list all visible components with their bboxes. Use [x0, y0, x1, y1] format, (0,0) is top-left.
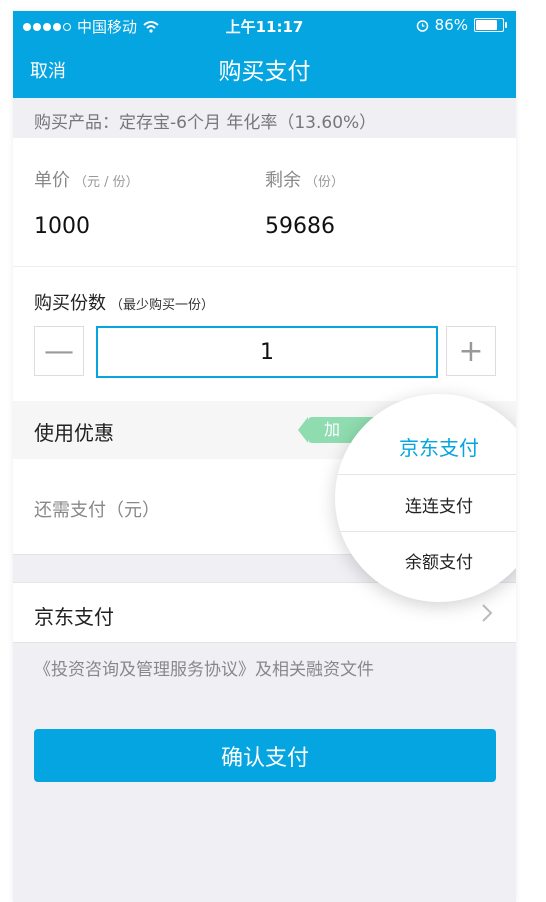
price-label: 单价: [34, 170, 70, 191]
page-title: 购买支付: [218, 59, 311, 85]
increment-button[interactable]: +: [446, 326, 496, 376]
status-bar: 中国移动 上午11:17 86%: [13, 11, 516, 39]
divider: [335, 531, 516, 532]
product-text: 购买产品：定存宝-6个月 年化率（13.60%）: [34, 113, 377, 133]
agreement-link[interactable]: 《投资咨询及管理服务协议》及相关融资文件: [34, 655, 374, 680]
remaining-label: 剩余: [265, 170, 301, 191]
confirm-pay-button[interactable]: 确认支付: [34, 729, 496, 782]
price-field: 单价 （元 / 份） 1000: [34, 166, 139, 239]
decrement-button[interactable]: —: [34, 326, 84, 376]
nav-bar: 取消 购买支付: [13, 39, 516, 98]
quantity-input[interactable]: [96, 326, 438, 378]
battery-icon: [474, 18, 507, 32]
remaining-value: 59686: [265, 214, 335, 239]
product-info: 购买产品：定存宝-6个月 年化率（13.60%）: [13, 98, 516, 138]
price-value: 1000: [34, 214, 90, 239]
top-bar: 中国移动 上午11:17 86% 取消 购买支付: [13, 11, 516, 98]
price-card: 单价 （元 / 份） 1000 剩余 （份） 59686: [13, 138, 516, 266]
chevron-right-icon: [482, 604, 493, 622]
app-screen: 中国移动 上午11:17 86% 取消 购买支付 购买产品：定存宝-6个月 年化…: [13, 11, 516, 902]
alarm-icon: [416, 19, 428, 32]
price-unit: （元 / 份）: [74, 175, 139, 190]
battery-percent: 86%: [434, 16, 468, 34]
discount-label: 使用优惠: [34, 421, 114, 445]
payment-option-balance[interactable]: 余额支付: [335, 548, 516, 573]
payment-method-label: 京东支付: [34, 605, 114, 629]
remaining-unit: （份）: [305, 175, 345, 190]
amount-due-label: 还需支付（元）: [34, 500, 160, 521]
quantity-section: 购买份数 （最少购买一份） — +: [13, 266, 516, 402]
divider: [335, 474, 516, 475]
payment-option-lianlian[interactable]: 连连支付: [335, 492, 516, 517]
quantity-hint: （最少购买一份）: [110, 298, 215, 313]
payment-option-jd[interactable]: 京东支付: [335, 432, 516, 461]
status-right: 86%: [416, 16, 507, 34]
quantity-label: 购买份数: [34, 293, 106, 314]
remaining-field: 剩余 （份） 59686: [265, 166, 344, 239]
